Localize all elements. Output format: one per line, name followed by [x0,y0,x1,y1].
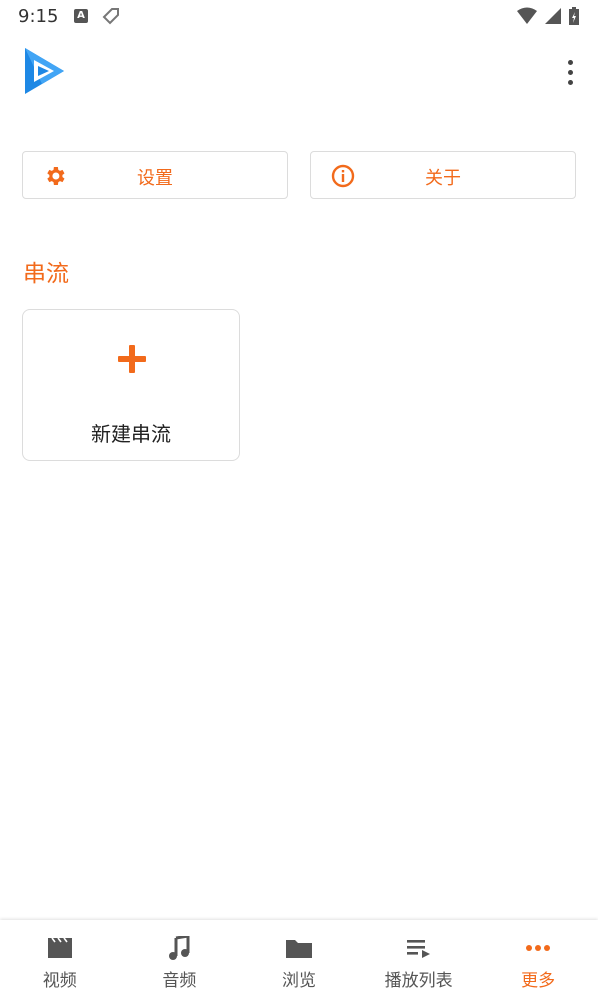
new-stream-card[interactable]: 新建串流 [22,309,240,461]
signal-icon [544,7,562,29]
about-label: 关于 [425,168,461,189]
section-title-streams: 串流 [23,261,69,287]
notification-a-icon: A [74,9,88,23]
music-note-icon [165,936,193,960]
new-stream-label: 新建串流 [91,422,171,446]
nav-item-audio[interactable]: 音频 [120,920,240,998]
nav-label-more: 更多 [521,971,556,991]
app-bar [0,40,598,104]
tag-icon [102,7,120,29]
dot [567,59,573,65]
more-vert-icon[interactable] [562,56,578,88]
battery-icon [568,6,580,30]
wifi-icon [516,7,538,29]
settings-button[interactable]: 设置 [22,151,288,199]
dot [567,69,573,75]
nav-label-video: 视频 [42,971,77,991]
status-bar: 9:15 A [0,0,598,34]
nav-item-browse[interactable]: 浏览 [239,920,359,998]
playlist-icon [405,936,433,960]
nav-label-browse: 浏览 [281,971,316,991]
status-icons [516,6,580,30]
dot [567,79,573,85]
nav-label-playlists: 播放列表 [384,971,453,991]
about-button[interactable]: 关于 [310,151,576,199]
plus-icon [118,345,146,373]
bottom-navigation: 视频 音频 浏览 播放列表 更多 [0,920,598,998]
settings-label: 设置 [137,168,173,189]
movie-icon [46,936,74,960]
nav-item-video[interactable]: 视频 [0,920,120,998]
nav-label-audio: 音频 [162,971,197,991]
play-arrow-logo-icon [22,46,66,100]
folder-icon [285,936,313,960]
more-horiz-icon [524,936,552,960]
status-time: 9:15 [18,6,59,27]
nav-item-more[interactable]: 更多 [478,920,598,998]
nav-item-playlists[interactable]: 播放列表 [359,920,479,998]
